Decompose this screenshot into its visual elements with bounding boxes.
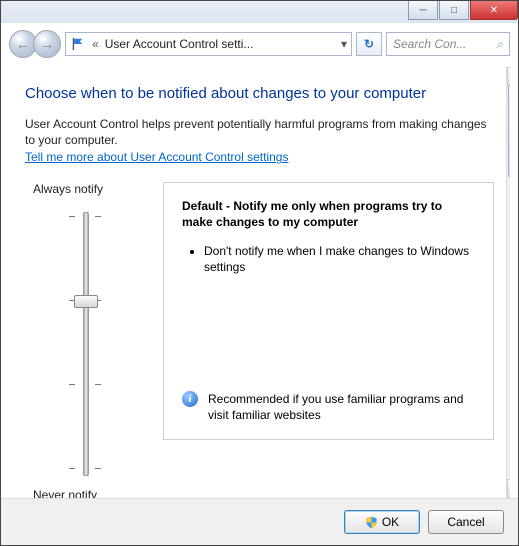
titlebar: ─ □ ✕ [1, 1, 518, 23]
slider-zone: Always notify Never notify [25, 182, 145, 498]
toolbar: ← → « User Account Control setti... ▾ ↻ … [9, 29, 510, 59]
window: ─ □ ✕ ← → « User Account Control setti..… [0, 0, 519, 546]
slider-rail [83, 212, 89, 476]
slider-top-label: Always notify [33, 182, 145, 196]
breadcrumb[interactable]: « User Account Control setti... ▾ [65, 32, 352, 56]
maximize-button[interactable]: □ [439, 1, 469, 20]
slider-tick [69, 384, 101, 385]
page-title: Choose when to be notified about changes… [25, 85, 494, 102]
scroll-up[interactable]: ▲ [507, 67, 510, 86]
content-area: Choose when to be notified about changes… [9, 67, 510, 498]
minimize-button[interactable]: ─ [408, 1, 438, 20]
chevron-down-icon[interactable]: ▾ [341, 37, 347, 51]
flag-icon [70, 37, 86, 51]
search-icon: ⌕ [496, 37, 503, 52]
slider-track[interactable] [25, 204, 145, 484]
info-icon: i [182, 391, 198, 407]
breadcrumb-text: User Account Control setti... [105, 37, 254, 51]
intro-text: User Account Control helps prevent poten… [25, 116, 494, 148]
close-button[interactable]: ✕ [470, 1, 518, 20]
recommendation-text: Recommended if you use familiar programs… [208, 391, 475, 423]
panel-title: Default - Notify me only when programs t… [182, 199, 475, 230]
help-link[interactable]: Tell me more about User Account Control … [25, 150, 288, 164]
scrollbar[interactable]: ▲ ▼ [506, 67, 510, 498]
slider-bottom-label: Never notify [33, 488, 145, 498]
slider-tick [69, 468, 101, 469]
slider-tick [69, 216, 101, 217]
ok-label: OK [382, 515, 399, 529]
list-item: Don't notify me when I make changes to W… [204, 243, 475, 275]
panel-list: Don't notify me when I make changes to W… [186, 243, 475, 281]
footer: OK Cancel [1, 498, 518, 545]
description-panel: Default - Notify me only when programs t… [163, 182, 494, 440]
shield-icon [365, 516, 378, 529]
body: Always notify Never notify Default - Not… [25, 182, 494, 498]
forward-button[interactable]: → [33, 30, 61, 58]
recommendation: i Recommended if you use familiar progra… [182, 391, 475, 423]
scroll-thumb[interactable] [508, 85, 510, 177]
cancel-label: Cancel [447, 515, 484, 529]
search-placeholder: Search Con... [393, 37, 466, 51]
cancel-button[interactable]: Cancel [428, 510, 504, 534]
refresh-button[interactable]: ↻ [356, 32, 382, 56]
chevron-icon: « [92, 37, 99, 51]
scroll-down[interactable]: ▼ [507, 479, 510, 498]
search-input[interactable]: Search Con... ⌕ [386, 32, 510, 56]
slider-thumb[interactable] [74, 295, 98, 308]
ok-button[interactable]: OK [344, 510, 420, 534]
nav-buttons: ← → [9, 29, 61, 59]
